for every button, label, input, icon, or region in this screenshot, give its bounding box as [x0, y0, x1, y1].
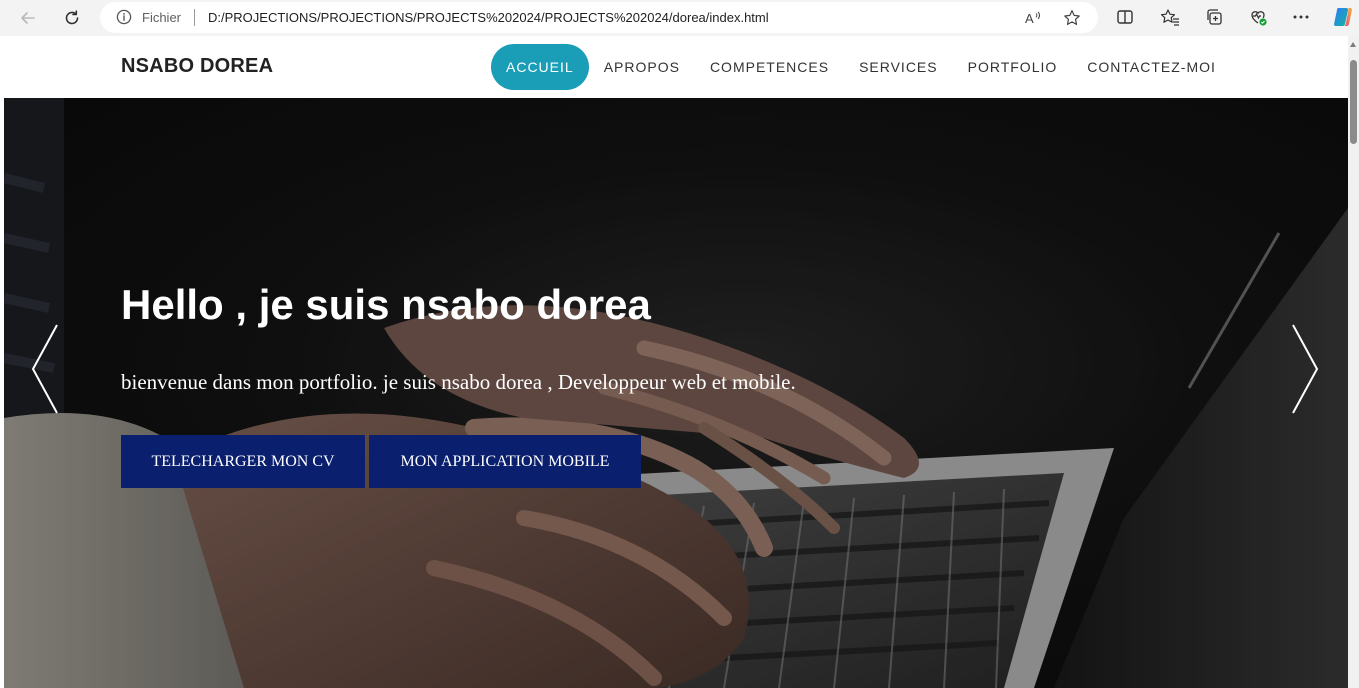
site-header: NSABO DOREA ACCUEIL APROPOS COMPETENCES … — [4, 36, 1348, 98]
nav-item-services[interactable]: SERVICES — [844, 44, 953, 90]
address-bar[interactable]: Fichier D:/PROJECTIONS/PROJECTIONS/PROJE… — [100, 2, 1098, 33]
nav-item-contactez-moi[interactable]: CONTACTEZ-MOI — [1072, 44, 1231, 90]
scrollbar-thumb[interactable] — [1350, 60, 1357, 144]
nav-item-competences[interactable]: COMPETENCES — [695, 44, 844, 90]
svg-text:A: A — [1025, 11, 1034, 26]
hero-subtitle: bienvenue dans mon portfolio. je suis ns… — [121, 370, 796, 394]
copilot-icon[interactable] — [1331, 5, 1355, 29]
browser-toolbar: Fichier D:/PROJECTIONS/PROJECTIONS/PROJE… — [0, 0, 1359, 36]
favorites-icon[interactable] — [1158, 5, 1182, 29]
nav-item-accueil[interactable]: ACCUEIL — [491, 44, 589, 90]
info-icon[interactable] — [116, 9, 132, 30]
url-scheme-label: Fichier — [142, 10, 182, 25]
read-aloud-icon[interactable]: A — [1024, 8, 1044, 28]
address-divider — [194, 9, 195, 26]
scroll-up-icon[interactable] — [1350, 42, 1356, 47]
carousel-prev-icon[interactable] — [29, 323, 61, 415]
back-arrow-icon[interactable] — [14, 4, 42, 32]
hero-title: Hello , je suis nsabo dorea — [121, 281, 651, 328]
nav-item-apropos[interactable]: APROPOS — [589, 44, 695, 90]
hero-carousel: Hello , je suis nsabo dorea bienvenue da… — [4, 98, 1348, 688]
browser-essentials-icon[interactable] — [1246, 5, 1270, 29]
split-screen-icon[interactable] — [1113, 5, 1137, 29]
nav-item-portfolio[interactable]: PORTFOLIO — [953, 44, 1073, 90]
favorite-star-icon[interactable] — [1062, 8, 1082, 28]
main-navigation: ACCUEIL APROPOS COMPETENCES SERVICES POR… — [491, 44, 1231, 90]
carousel-next-icon[interactable] — [1289, 323, 1321, 415]
more-menu-icon[interactable] — [1289, 5, 1313, 29]
mobile-app-button[interactable]: MON APPLICATION MOBILE — [369, 435, 641, 488]
refresh-icon[interactable] — [58, 4, 86, 32]
site-brand[interactable]: NSABO DOREA — [121, 55, 273, 78]
vertical-scrollbar[interactable] — [1348, 36, 1359, 688]
url-text[interactable]: D:/PROJECTIONS/PROJECTIONS/PROJECTS%2020… — [208, 10, 769, 25]
page-viewport: NSABO DOREA ACCUEIL APROPOS COMPETENCES … — [4, 36, 1348, 688]
collections-icon[interactable] — [1202, 5, 1226, 29]
download-cv-button[interactable]: TELECHARGER MON CV — [121, 435, 365, 488]
